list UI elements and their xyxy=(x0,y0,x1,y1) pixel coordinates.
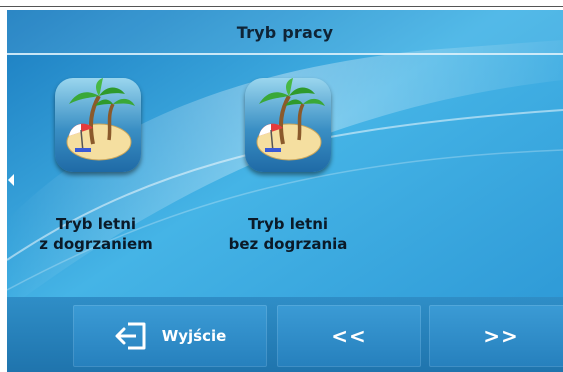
mode-label: Tryb letni z dogrzaniem xyxy=(11,214,181,254)
previous-page-label: << xyxy=(331,324,367,348)
mode-label-line2: bez dogrzania xyxy=(228,235,348,253)
exit-button[interactable]: Wyjście xyxy=(73,305,267,367)
mode-label: Tryb letni bez dogrzania xyxy=(203,214,373,254)
side-scroll-arrow-icon[interactable] xyxy=(8,174,14,186)
beach-island-icon[interactable] xyxy=(55,78,141,172)
title-divider xyxy=(7,53,563,55)
mode-label-line1: Tryb letni xyxy=(247,215,329,233)
screen-title: Tryb pracy xyxy=(236,23,334,42)
next-page-label: >> xyxy=(483,324,519,348)
controller-screen: Tryb pracy Tryb letni z dogrzaniem Tryb … xyxy=(7,10,563,372)
mode-label-line1: Tryb letni xyxy=(55,215,137,233)
next-page-button[interactable]: >> xyxy=(429,305,563,367)
previous-page-button[interactable]: << xyxy=(277,305,421,367)
exit-door-icon xyxy=(115,322,146,350)
beach-island-icon[interactable] xyxy=(245,78,331,172)
exit-button-label: Wyjście xyxy=(161,327,227,345)
mode-label-line2: z dogrzaniem xyxy=(39,235,153,253)
top-border-line xyxy=(0,6,563,7)
